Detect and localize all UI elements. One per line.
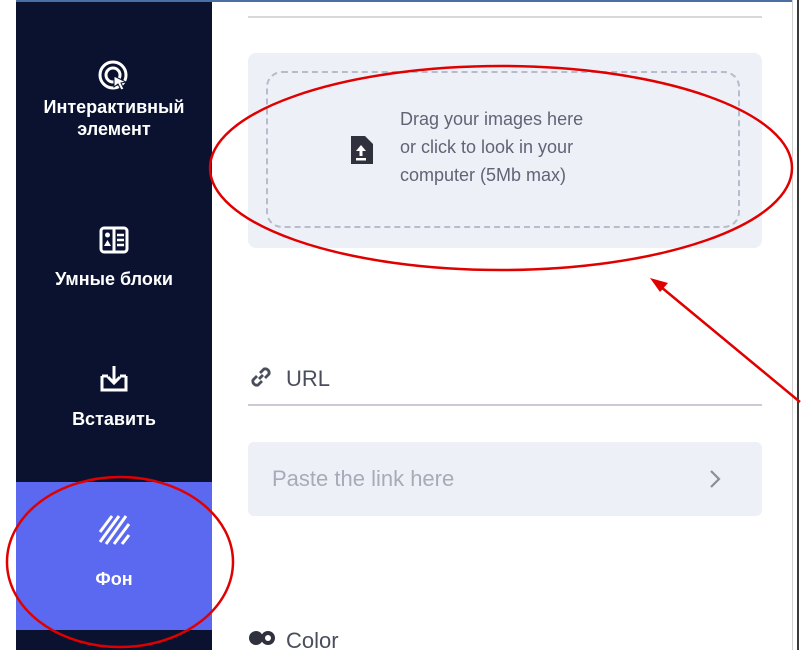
sidebar-item-smart-blocks[interactable]: Умные блоки: [16, 220, 212, 320]
paste-link-input[interactable]: Paste the link here: [248, 442, 762, 516]
image-upload-panel: Drag your images here or click to look i…: [248, 53, 762, 248]
url-divider: [248, 404, 762, 406]
chevron-right-icon[interactable]: [708, 467, 722, 491]
window-left-margin: [0, 0, 16, 650]
upload-file-icon: [348, 135, 374, 165]
sidebar-item-background[interactable]: Фон: [16, 482, 212, 630]
insert-icon: [94, 358, 134, 398]
sidebar-item-label: Вставить: [72, 409, 156, 429]
sidebar-item-label: Фон: [95, 569, 133, 589]
sidebar-item-label: Умные блоки: [55, 269, 173, 289]
color-label-text: Color: [286, 628, 339, 653]
sidebar: Интерактивный элемент Умные блоки Встави…: [16, 2, 212, 650]
sidebar-item-insert[interactable]: Вставить: [16, 358, 212, 458]
link-icon: [248, 364, 274, 395]
url-label-text: URL: [286, 366, 331, 391]
cursor-click-icon: [94, 56, 134, 96]
color-section-label: Color: [248, 626, 339, 656]
palette-icon: [248, 628, 276, 655]
section-divider: [248, 16, 762, 18]
sidebar-item-interactive-element[interactable]: Интерактивный элемент: [16, 56, 212, 186]
background-stripes-icon: [94, 510, 134, 550]
image-dropzone[interactable]: Drag your images here or click to look i…: [266, 71, 740, 228]
sidebar-item-label: Интерактивный элемент: [43, 97, 185, 139]
dropzone-instructions: Drag your images here or click to look i…: [400, 109, 584, 185]
scrollbar-track[interactable]: [792, 0, 807, 650]
annotation-arrow-line: [654, 281, 801, 403]
annotation-arrow-head: [650, 278, 668, 292]
smart-blocks-icon: [94, 220, 134, 260]
url-section-label: URL: [248, 364, 330, 394]
paste-link-placeholder: Paste the link here: [272, 466, 455, 491]
